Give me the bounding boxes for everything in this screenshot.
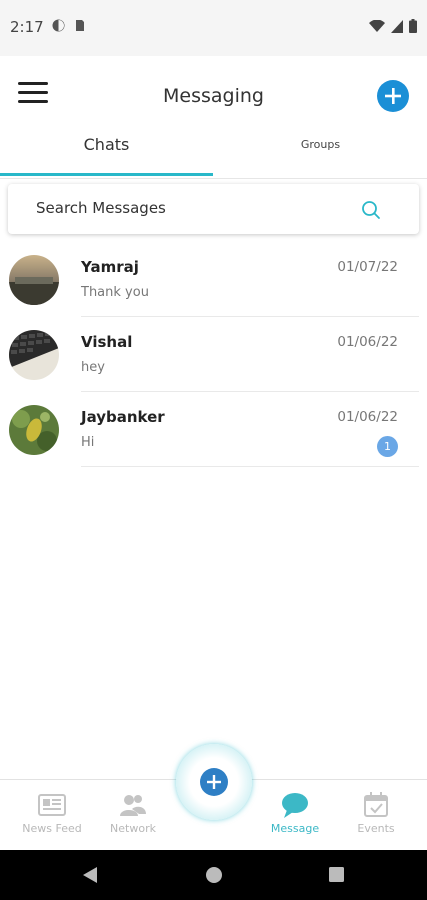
chat-name: Vishal: [81, 333, 133, 351]
avatar-photo: [9, 255, 59, 305]
system-nav-bar: [0, 850, 427, 900]
back-icon[interactable]: [82, 866, 98, 884]
sync-status-icon: [52, 19, 65, 32]
chat-preview: hey: [81, 360, 105, 375]
nav-label: Message: [270, 822, 320, 835]
avatar: [9, 330, 59, 380]
avatar-photo: [9, 405, 59, 455]
chat-preview: Hi: [81, 435, 95, 450]
app-header: Messaging: [0, 56, 427, 136]
status-time: 2:17: [10, 18, 44, 36]
cell-signal-icon: [391, 19, 403, 33]
status-icons-right: [369, 19, 417, 33]
create-post-fab[interactable]: [176, 744, 252, 820]
plus-icon: [385, 88, 401, 104]
avatar: [9, 255, 59, 305]
avatar-photo: [9, 330, 59, 380]
nav-label: News Feed: [22, 822, 82, 835]
status-bar: 2:17: [0, 0, 427, 56]
nav-item-network[interactable]: Network: [90, 780, 176, 851]
search-box: [8, 184, 419, 234]
message-tabs: Chats Groups: [0, 126, 427, 179]
status-icons-left: [52, 19, 86, 32]
chat-date: 01/06/22: [337, 409, 398, 425]
nav-label: Events: [357, 822, 395, 835]
new-message-button[interactable]: [377, 80, 409, 112]
chat-name: Yamraj: [81, 258, 139, 276]
events-icon: [364, 792, 388, 817]
tab-chats[interactable]: Chats: [0, 126, 213, 176]
chat-name: Jaybanker: [81, 408, 165, 426]
nav-item-events[interactable]: Events: [333, 780, 419, 851]
nav-item-message[interactable]: Message: [252, 780, 338, 851]
divider: [81, 466, 419, 467]
chat-item[interactable]: Jaybanker Hi 01/06/22 1: [0, 392, 427, 467]
wifi-icon: [369, 19, 385, 32]
network-icon: [120, 795, 146, 816]
nav-label: Network: [110, 822, 156, 835]
tab-groups[interactable]: Groups: [214, 126, 427, 176]
newsfeed-icon: [38, 794, 66, 816]
avatar: [9, 405, 59, 455]
fab-circle: [200, 768, 228, 796]
page-title: Messaging: [163, 85, 264, 107]
nav-item-news-feed[interactable]: News Feed: [9, 780, 95, 851]
search-input[interactable]: [34, 198, 338, 218]
chat-date: 01/06/22: [337, 334, 398, 350]
chat-item[interactable]: Yamraj Thank you 01/07/22: [0, 242, 427, 317]
chat-date: 01/07/22: [337, 259, 398, 275]
chat-list: Yamraj Thank you 01/07/22 Vishal hey 01/…: [0, 242, 427, 467]
recents-icon[interactable]: [328, 866, 345, 883]
chat-preview: Thank you: [81, 285, 149, 300]
plus-icon: [207, 775, 221, 789]
active-tab-indicator: [0, 173, 213, 176]
message-icon: [282, 793, 308, 818]
unread-badge: 1: [377, 436, 398, 457]
battery-icon: [409, 19, 417, 33]
sim-card-icon: [76, 20, 84, 31]
chat-item[interactable]: Vishal hey 01/06/22: [0, 317, 427, 392]
home-icon[interactable]: [205, 866, 223, 884]
search-icon[interactable]: [361, 200, 381, 220]
